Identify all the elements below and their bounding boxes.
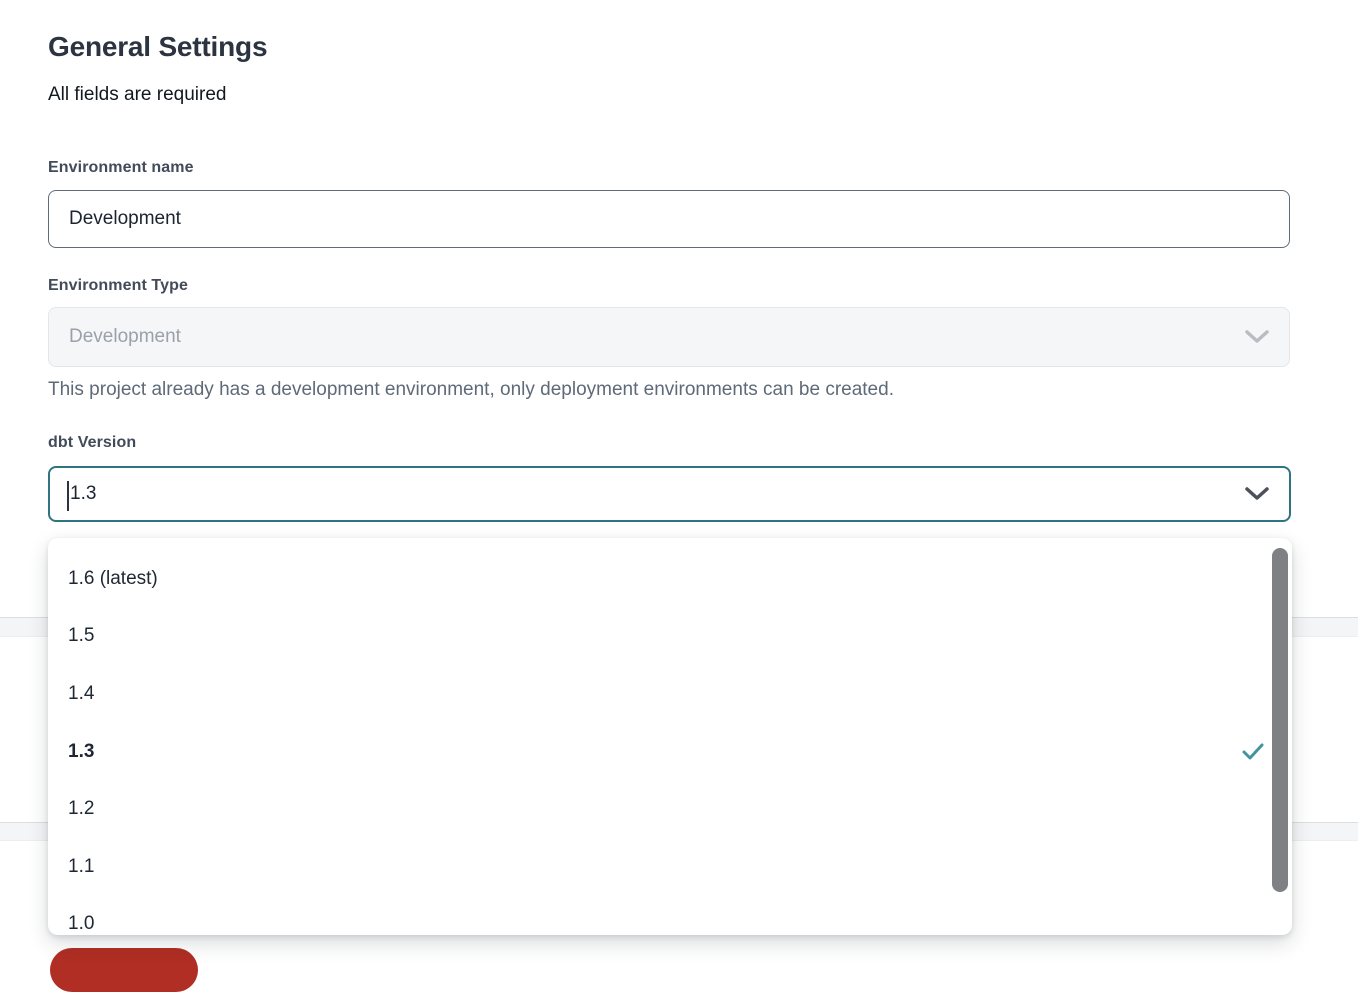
dropdown-option[interactable]: 1.6 (latest) [48, 550, 1292, 608]
dbt-version-dropdown: 1.6 (latest) 1.5 1.4 1.3 1.2 1.1 1.0 [48, 538, 1292, 935]
dropdown-option[interactable]: 1.1 [48, 838, 1292, 896]
dropdown-option[interactable]: 1.5 [48, 608, 1292, 666]
general-settings-form: General Settings All fields are required… [0, 0, 1358, 952]
environment-type-select: Development [48, 307, 1290, 367]
check-icon [1242, 743, 1264, 761]
option-label: 1.4 [68, 683, 1252, 705]
option-label: 1.0 [68, 913, 1252, 935]
dbt-version-value: 1.3 [70, 483, 1245, 505]
option-label: 1.1 [68, 856, 1252, 878]
option-label: 1.6 (latest) [68, 568, 1252, 590]
environment-type-value: Development [69, 326, 1245, 348]
dbt-version-combobox[interactable]: 1.3 [48, 466, 1291, 522]
chevron-down-icon [1245, 330, 1269, 344]
danger-button[interactable] [50, 948, 198, 992]
option-label: 1.2 [68, 798, 1252, 820]
environment-name-input[interactable] [48, 190, 1290, 248]
text-cursor [67, 481, 69, 511]
environment-type-helper: This project already has a development e… [48, 379, 894, 401]
environment-name-label: Environment name [48, 159, 194, 177]
dropdown-option[interactable]: 1.4 [48, 665, 1292, 723]
chevron-down-icon[interactable] [1245, 487, 1269, 501]
dbt-version-label: dbt Version [48, 434, 136, 452]
dropdown-option-selected[interactable]: 1.3 [48, 723, 1292, 781]
page-title: General Settings [48, 31, 267, 63]
option-label: 1.3 [68, 741, 1242, 763]
dropdown-scrollbar[interactable] [1272, 548, 1288, 892]
dropdown-option[interactable]: 1.2 [48, 780, 1292, 838]
dropdown-option[interactable]: 1.0 [48, 896, 1292, 935]
option-label: 1.5 [68, 625, 1252, 647]
page-subtitle: All fields are required [48, 84, 226, 106]
environment-type-label: Environment Type [48, 277, 188, 295]
